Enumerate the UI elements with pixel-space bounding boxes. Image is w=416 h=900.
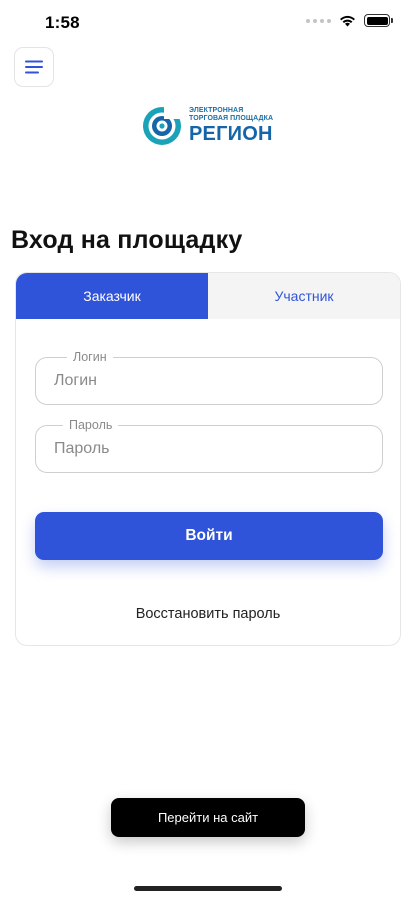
status-icons [306, 14, 393, 27]
restore-password-link[interactable]: Восстановить пароль [16, 606, 400, 622]
region-logo-text: ЭЛЕКТРОННАЯ ТОРГОВАЯ ПЛОЩАДКА РЕГИОН [189, 107, 273, 144]
cellular-signal-icon [306, 18, 331, 23]
status-bar: 1:58 [0, 0, 416, 48]
region-logo-mark-icon [143, 105, 184, 145]
password-field: Пароль [35, 418, 383, 473]
menu-button[interactable] [14, 47, 54, 87]
hamburger-menu-icon [25, 60, 43, 74]
password-input[interactable] [36, 426, 382, 472]
tab-participant[interactable]: Участник [208, 273, 400, 319]
logo-line-2: ТОРГОВАЯ ПЛОЩАДКА [189, 114, 274, 122]
logo-name: РЕГИОН [189, 122, 273, 145]
tab-customer[interactable]: Заказчик [16, 273, 208, 319]
wifi-icon [340, 15, 355, 26]
role-tabs: Заказчик Участник [16, 273, 400, 319]
status-time: 1:58 [45, 13, 80, 32]
login-field: Логин [35, 350, 383, 405]
page-title: Вход на площадку [11, 226, 243, 254]
region-logo: ЭЛЕКТРОННАЯ ТОРГОВАЯ ПЛОЩАДКА РЕГИОН [142, 102, 273, 148]
battery-icon [364, 14, 393, 27]
logo-line-1: ЭЛЕКТРОННАЯ [189, 106, 244, 114]
home-indicator [134, 886, 282, 891]
login-button[interactable]: Войти [35, 512, 383, 560]
login-card: Заказчик Участник Логин Пароль Войти Вос… [15, 272, 401, 646]
login-input[interactable] [36, 358, 382, 404]
go-to-site-button[interactable]: Перейти на сайт [111, 798, 305, 837]
